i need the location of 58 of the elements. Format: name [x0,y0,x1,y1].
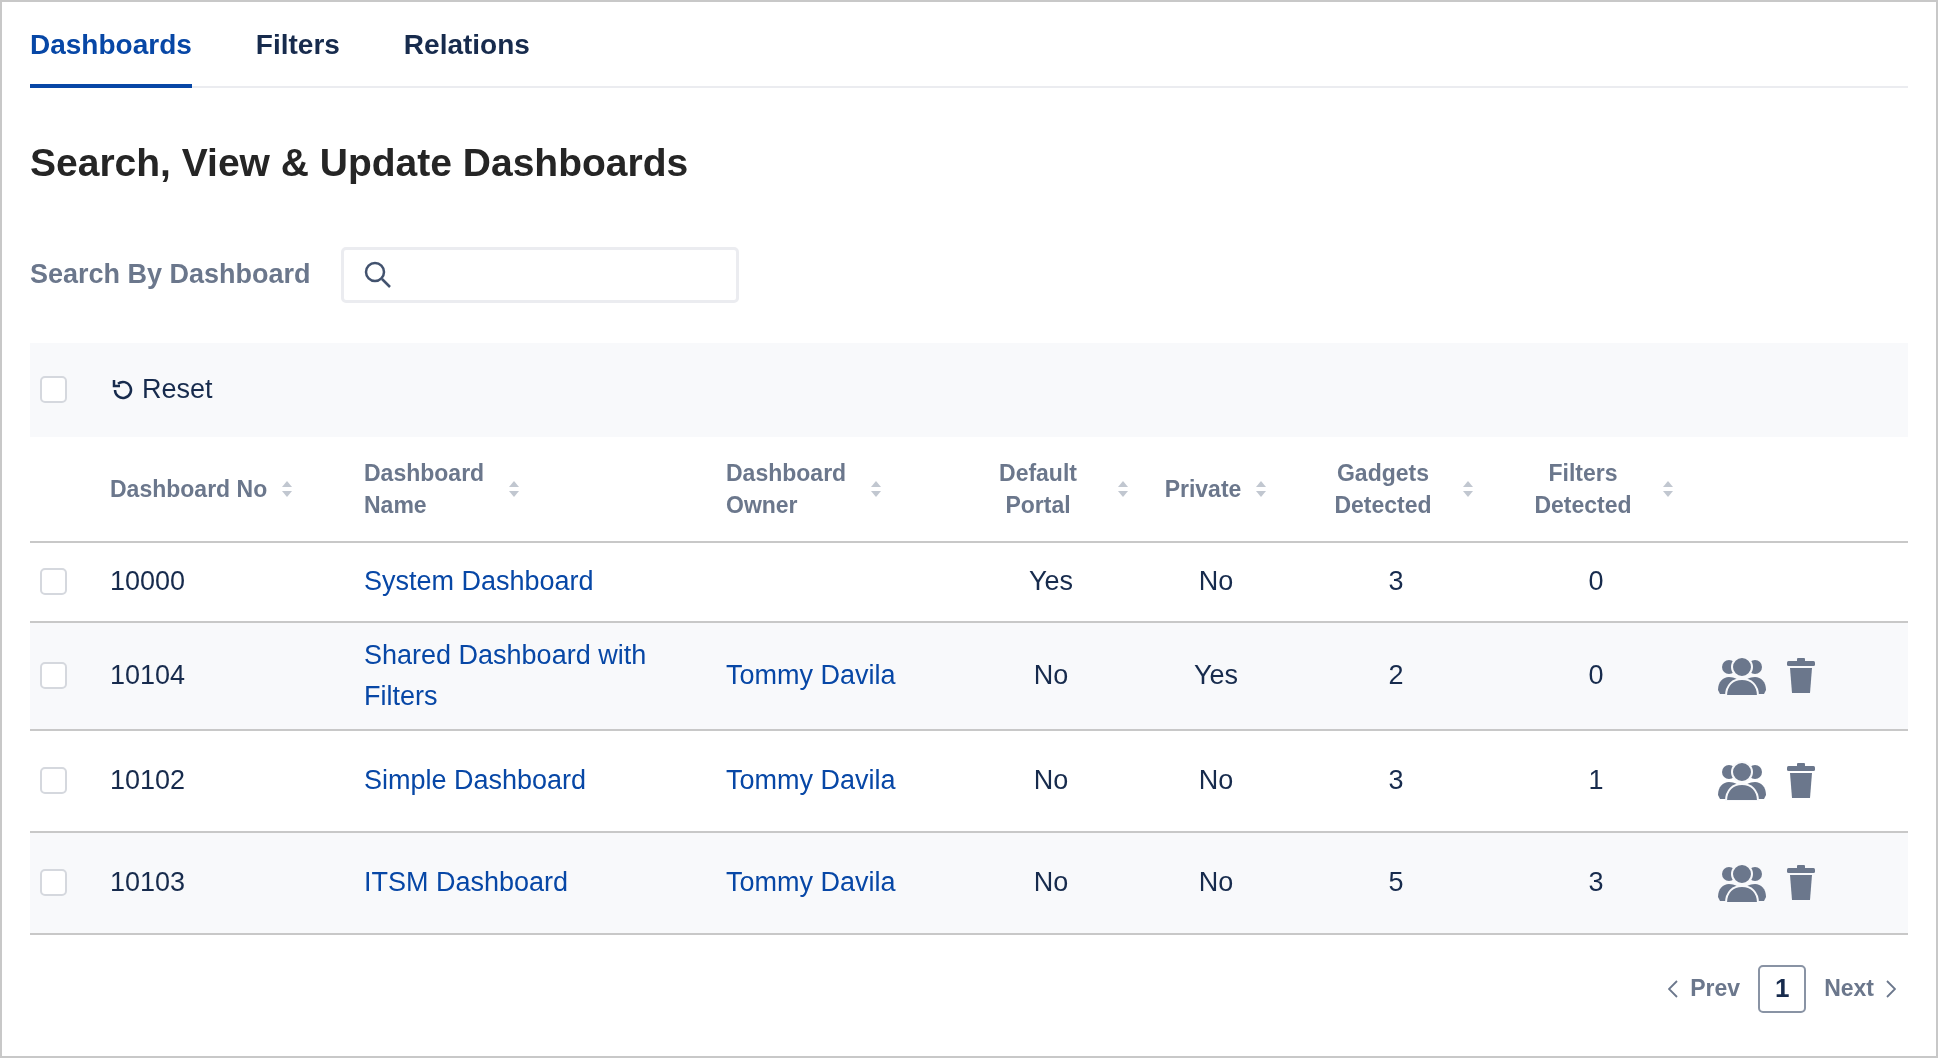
tab[interactable]: Dashboards [30,2,192,88]
owner-link[interactable]: Tommy Davila [726,660,896,690]
chevron-left-icon [1668,979,1679,998]
users-icon[interactable] [1718,655,1766,696]
checkbox[interactable] [40,662,67,689]
column-header: Dashboard Owner [726,458,848,520]
table-cell-text: No [1033,659,1069,692]
column-header: Private [1164,474,1242,504]
dashboard-link[interactable]: Shared Dashboard with Filters [364,634,726,717]
table-cell-text: 2 [1388,659,1404,692]
tab[interactable]: Filters [255,2,340,88]
search-label: Search By Dashboard [30,258,311,292]
page-button[interactable]: 1 [1758,964,1807,1013]
trash-icon[interactable] [1786,762,1816,799]
dashboard-link[interactable]: System Dashboard [364,561,726,602]
table-cell-text: No [1198,764,1234,797]
tab[interactable]: Relations [403,2,530,88]
table-cell-text: No [1198,866,1234,899]
dashboard-link[interactable]: Simple Dashboard [364,760,726,801]
table-cell-text: 10000 [110,565,186,598]
search-icon [363,260,392,289]
table-cell-text: No [1033,866,1069,899]
dashboard-link[interactable]: ITSM Dashboard [364,862,726,903]
users-icon[interactable] [1718,862,1766,903]
users-icon[interactable] [1718,760,1766,801]
column-header: Dashboard No [110,474,268,504]
table-cell-text: No [1033,764,1069,797]
column-header: Filters Detected [1533,458,1633,520]
table-cell-text: Yes [1193,659,1238,692]
search-field[interactable] [340,246,739,303]
chevron-right-icon [1886,979,1896,998]
trash-icon[interactable] [1786,864,1816,901]
checkbox[interactable] [40,869,67,896]
table-cell-text: 10104 [110,659,186,692]
column-header: Default Portal [998,458,1078,520]
table-cell-text: 5 [1388,866,1404,899]
checkbox[interactable] [40,568,67,595]
table-cell-text: 0 [1588,659,1604,692]
checkbox[interactable] [40,767,67,794]
table-cell-text: 3 [1388,764,1404,797]
table-cell-text: 3 [1388,565,1404,598]
owner-link[interactable]: Tommy Davila [726,867,896,897]
trash-icon[interactable] [1786,657,1816,694]
prev-button[interactable]: Prev [1668,971,1741,1006]
table-cell-text: Yes [1028,565,1073,598]
column-header: Gadgets Detected [1333,458,1433,520]
reset-button[interactable]: Reset [110,369,213,410]
column-header: Dashboard Name [364,458,486,520]
owner-link[interactable]: Tommy Davila [726,765,896,795]
table-cell-text: 1 [1588,764,1604,797]
page-heading: Search, View & Update Dashboards [30,140,690,186]
table-cell-text: 10102 [110,764,186,797]
next-button[interactable]: Next [1824,971,1896,1006]
table-cell-text: 0 [1588,565,1604,598]
table-cell-text: No [1198,565,1234,598]
table-cell-text: 10103 [110,866,186,899]
checkbox[interactable] [40,376,67,403]
table-cell-text: 3 [1588,866,1604,899]
